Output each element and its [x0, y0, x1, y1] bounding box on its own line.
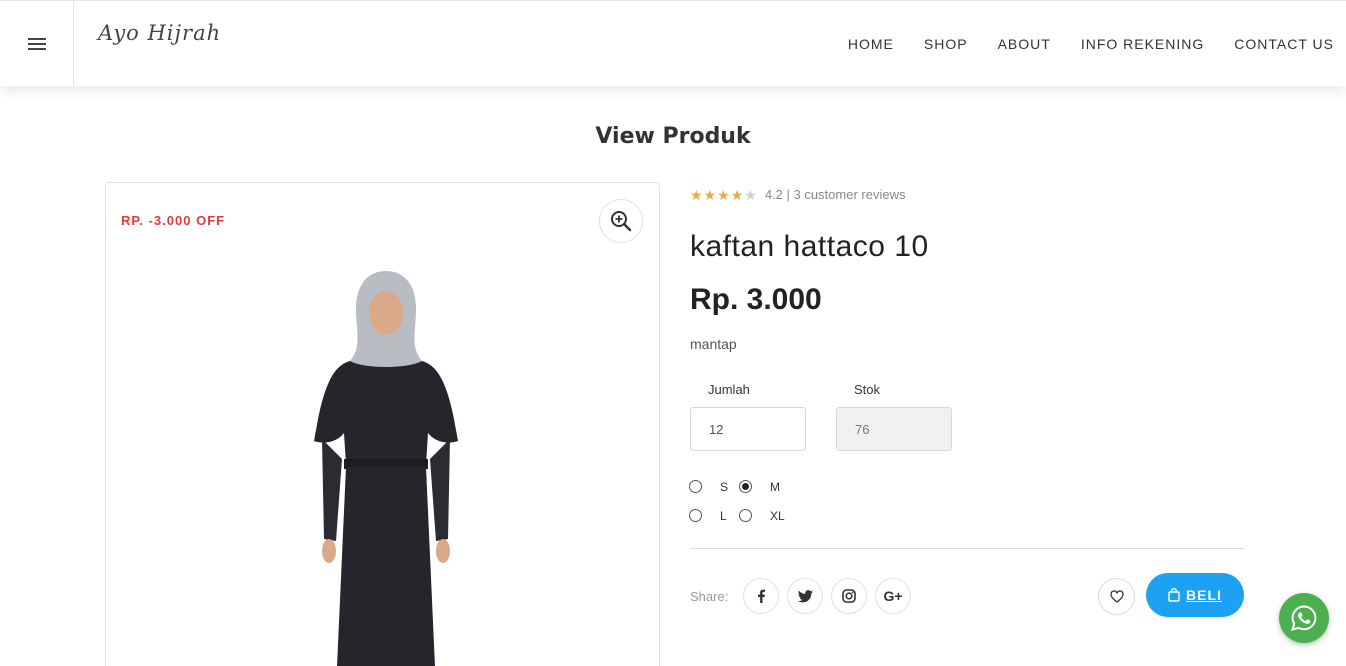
stock-label: Stok	[854, 382, 881, 397]
quantity-label: Jumlah	[708, 382, 750, 397]
nav-shop[interactable]: SHOP	[924, 36, 968, 52]
size-options: S M L XL	[689, 472, 789, 530]
product-rating: ★ ★ ★ ★ ★ 4.2 | 3 customer reviews	[690, 187, 905, 202]
nav-home[interactable]: HOME	[848, 36, 894, 52]
size-label: L	[720, 508, 727, 523]
radio-icon[interactable]	[689, 480, 702, 493]
star-empty-icon: ★	[744, 186, 757, 203]
radio-checked-icon[interactable]	[739, 480, 752, 493]
site-logo[interactable]: Ayo Hijrah	[98, 21, 221, 45]
star-icon: ★	[717, 186, 730, 203]
star-icon: ★	[703, 186, 717, 203]
share-label: Share:	[690, 589, 729, 604]
product-price: Rp. 3.000	[690, 283, 822, 316]
radio-icon[interactable]	[689, 509, 702, 522]
zoom-button[interactable]	[599, 199, 643, 243]
instagram-share-button[interactable]	[831, 578, 867, 614]
size-option-s[interactable]: S	[689, 480, 739, 494]
nav-contact-us[interactable]: CONTACT US	[1234, 36, 1334, 52]
nav-about[interactable]: ABOUT	[998, 36, 1051, 52]
rating-stars: ★ ★ ★ ★ ★	[690, 188, 757, 202]
buy-button[interactable]: BELI	[1146, 573, 1244, 617]
size-label: S	[720, 479, 729, 494]
product-photo	[314, 271, 458, 666]
facebook-share-button[interactable]	[743, 578, 779, 614]
whatsapp-chat-button[interactable]	[1279, 593, 1329, 643]
divider	[690, 548, 1245, 549]
star-icon: ★	[690, 186, 703, 203]
twitter-share-button[interactable]	[787, 578, 823, 614]
google-plus-icon: G+	[883, 588, 903, 604]
hamburger-menu-button[interactable]	[0, 1, 74, 87]
instagram-icon	[842, 589, 856, 603]
page-title: View Produk	[595, 124, 751, 149]
buy-button-label: BELI	[1186, 587, 1222, 603]
product-image-card: RP. -3.000 OFF	[105, 182, 660, 666]
quantity-input[interactable]	[690, 407, 806, 451]
size-option-l[interactable]: L	[689, 509, 739, 523]
shopping-bag-icon	[1168, 588, 1180, 602]
hamburger-icon	[27, 38, 46, 50]
facebook-icon	[758, 589, 765, 603]
stock-field	[836, 407, 952, 451]
twitter-icon	[797, 589, 813, 602]
main-nav: HOME SHOP ABOUT INFO REKENING CONTACT US	[848, 1, 1334, 87]
product-name: kaftan hattaco 10	[690, 230, 929, 263]
size-label: M	[770, 479, 780, 494]
nav-info-rekening[interactable]: INFO REKENING	[1081, 36, 1204, 52]
size-label: XL	[770, 508, 785, 523]
product-description: mantap	[690, 336, 737, 352]
whatsapp-icon	[1291, 605, 1317, 631]
wishlist-button[interactable]	[1098, 578, 1135, 615]
radio-icon[interactable]	[739, 509, 752, 522]
rating-text[interactable]: 4.2 | 3 customer reviews	[765, 187, 906, 202]
size-option-m[interactable]: M	[739, 480, 789, 494]
site-header: Ayo Hijrah HOME SHOP ABOUT INFO REKENING…	[0, 0, 1346, 87]
size-option-xl[interactable]: XL	[739, 509, 789, 523]
heart-icon	[1109, 590, 1124, 603]
google-plus-share-button[interactable]: G+	[875, 578, 911, 614]
zoom-in-icon	[611, 211, 632, 232]
discount-badge: RP. -3.000 OFF	[121, 213, 226, 228]
star-icon: ★	[730, 186, 744, 203]
